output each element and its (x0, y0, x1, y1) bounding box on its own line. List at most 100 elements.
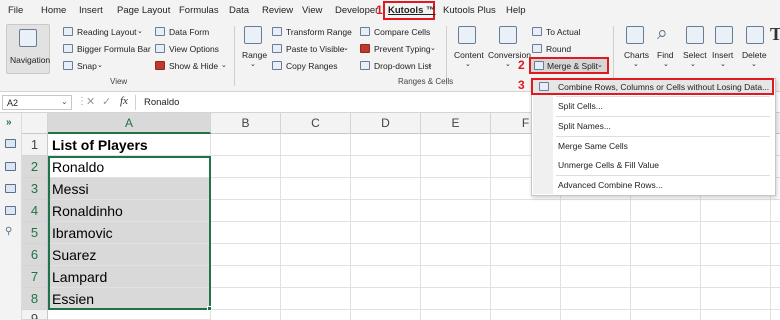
show-hide-button[interactable]: Show & Hide (169, 61, 218, 71)
column-header-a[interactable]: A (48, 113, 211, 134)
copy-ranges-button[interactable]: Copy Ranges (286, 61, 338, 71)
reading-layout-button[interactable]: Reading Layout (77, 27, 137, 37)
content-icon (458, 26, 476, 44)
workbook-sheets-icon[interactable] (5, 139, 16, 148)
dropdown-list-button[interactable]: Drop-down List (374, 61, 431, 71)
data-form-icon (155, 27, 165, 36)
paste-to-visible-button[interactable]: Paste to Visible (286, 44, 344, 54)
to-actual-button[interactable]: To Actual (546, 27, 581, 37)
compare-cells-icon (360, 27, 370, 36)
combine-item-label: Combine Rows, Columns or Cells without L… (558, 82, 770, 92)
text-tools-icon[interactable]: T (770, 24, 780, 45)
charts-button[interactable]: Charts (624, 50, 649, 60)
cell-a1[interactable]: List of Players (48, 134, 211, 156)
enter-icon[interactable]: ✓ (102, 95, 111, 108)
chevron-down-icon[interactable]: ⌄ (250, 60, 256, 70)
name-box[interactable]: A2 ⌄ (2, 95, 72, 110)
chevron-down-icon[interactable]: ⌄ (430, 44, 436, 54)
chevron-down-icon[interactable]: ⌄ (751, 60, 757, 70)
row-header-3[interactable]: 3 (22, 178, 48, 200)
advanced-combine-rows-item[interactable]: Advanced Combine Rows... (558, 180, 663, 190)
row-header-5[interactable]: 5 (22, 222, 48, 244)
select-all-corner[interactable] (22, 113, 48, 134)
tab-page-layout[interactable]: Page Layout (117, 5, 170, 16)
column-header-d[interactable]: D (351, 113, 421, 134)
column-header-e[interactable]: E (421, 113, 491, 134)
view-options-button[interactable]: View Options (169, 44, 219, 54)
chevron-down-icon[interactable]: ⌄ (61, 97, 68, 106)
compare-cells-button[interactable]: Compare Cells (374, 27, 430, 37)
merge-same-cells-item[interactable]: Merge Same Cells (558, 141, 628, 151)
dropdown-icon-gutter (533, 80, 553, 194)
find-button[interactable]: Find (657, 50, 674, 60)
chevron-down-icon[interactable]: ⌄ (720, 60, 726, 70)
tab-help[interactable]: Help (506, 5, 526, 16)
expand-pane-icon[interactable]: » (6, 117, 12, 128)
find-icon: ⌕ (657, 23, 668, 44)
row-header-6[interactable]: 6 (22, 244, 48, 266)
menu-separator (556, 116, 770, 117)
row-header-2[interactable]: 2 (22, 156, 48, 178)
navigation-icon (19, 29, 37, 47)
transform-range-button[interactable]: Transform Range (286, 27, 352, 37)
tab-kutools-plus[interactable]: Kutools Plus (443, 5, 496, 16)
tab-kutools[interactable]: Kutools ™ (388, 5, 436, 16)
column-header-b[interactable]: B (211, 113, 281, 134)
fill-handle[interactable] (207, 306, 212, 311)
group-separator (234, 26, 235, 86)
tab-data[interactable]: Data (229, 5, 249, 16)
cell-a9[interactable] (48, 310, 211, 320)
bigger-formula-bar-button[interactable]: Bigger Formula Bar (77, 44, 151, 54)
name-manager-icon[interactable] (5, 184, 16, 193)
chevron-down-icon[interactable]: ⌄ (221, 61, 227, 71)
row-header-8[interactable]: 8 (22, 288, 48, 310)
delete-button[interactable]: Delete (742, 50, 767, 60)
unmerge-cells-item[interactable]: Unmerge Cells & Fill Value (558, 160, 659, 170)
chevron-down-icon[interactable]: ⌄ (427, 61, 433, 71)
split-names-item[interactable]: Split Names... (558, 121, 611, 131)
autotext-icon[interactable] (5, 162, 16, 171)
cancel-icon[interactable]: ✕ (86, 95, 95, 108)
chevron-down-icon[interactable]: ⌄ (97, 61, 103, 71)
step-marker-1: 1 (376, 3, 383, 17)
row-header-4[interactable]: 4 (22, 200, 48, 222)
tab-insert[interactable]: Insert (79, 5, 103, 16)
round-button[interactable]: Round (546, 44, 571, 54)
view-options-icon (155, 44, 165, 53)
prevent-typing-button[interactable]: Prevent Typing (374, 44, 431, 54)
chevron-down-icon[interactable]: ⌄ (343, 44, 349, 54)
chevron-down-icon[interactable]: ⌄ (137, 27, 143, 37)
column-list-icon[interactable] (5, 206, 16, 215)
tab-view[interactable]: View (302, 5, 322, 16)
tab-review[interactable]: Review (262, 5, 293, 16)
tab-file[interactable]: File (8, 5, 23, 16)
insert-button[interactable]: Insert (712, 50, 733, 60)
tab-home[interactable]: Home (41, 5, 66, 16)
snap-button[interactable]: Snap (77, 61, 97, 71)
tab-developer[interactable]: Developer (335, 5, 378, 16)
row-header-7[interactable]: 7 (22, 266, 48, 288)
insert-function-button[interactable]: fx (120, 95, 128, 107)
formula-input[interactable]: Ronaldo (144, 97, 179, 108)
row-header-9[interactable]: 9 (22, 310, 48, 320)
menu-separator (556, 175, 770, 176)
tab-formulas[interactable]: Formulas (179, 5, 219, 16)
navigation-button[interactable]: Navigation (6, 24, 50, 74)
find-replace-icon[interactable]: ⚲ (5, 226, 12, 237)
column-header-c[interactable]: C (281, 113, 351, 134)
data-form-button[interactable]: Data Form (169, 27, 209, 37)
select-button[interactable]: Select (683, 50, 707, 60)
name-box-value: A2 (7, 98, 19, 108)
chevron-down-icon[interactable]: ⌄ (597, 61, 603, 71)
chevron-down-icon[interactable]: ⌄ (690, 60, 696, 70)
to-actual-icon (532, 27, 542, 36)
chevron-down-icon[interactable]: ⌄ (505, 60, 511, 70)
range-button[interactable]: Range (242, 50, 267, 60)
chevron-down-icon[interactable]: ⌄ (663, 60, 669, 70)
chevron-down-icon[interactable]: ⌄ (465, 60, 471, 70)
content-button[interactable]: Content (454, 50, 484, 60)
split-cells-item[interactable]: Split Cells... (558, 101, 603, 111)
row-header-1[interactable]: 1 (22, 134, 48, 156)
chevron-down-icon[interactable]: ⌄ (633, 60, 639, 70)
navigation-label: Navigation (10, 55, 51, 65)
